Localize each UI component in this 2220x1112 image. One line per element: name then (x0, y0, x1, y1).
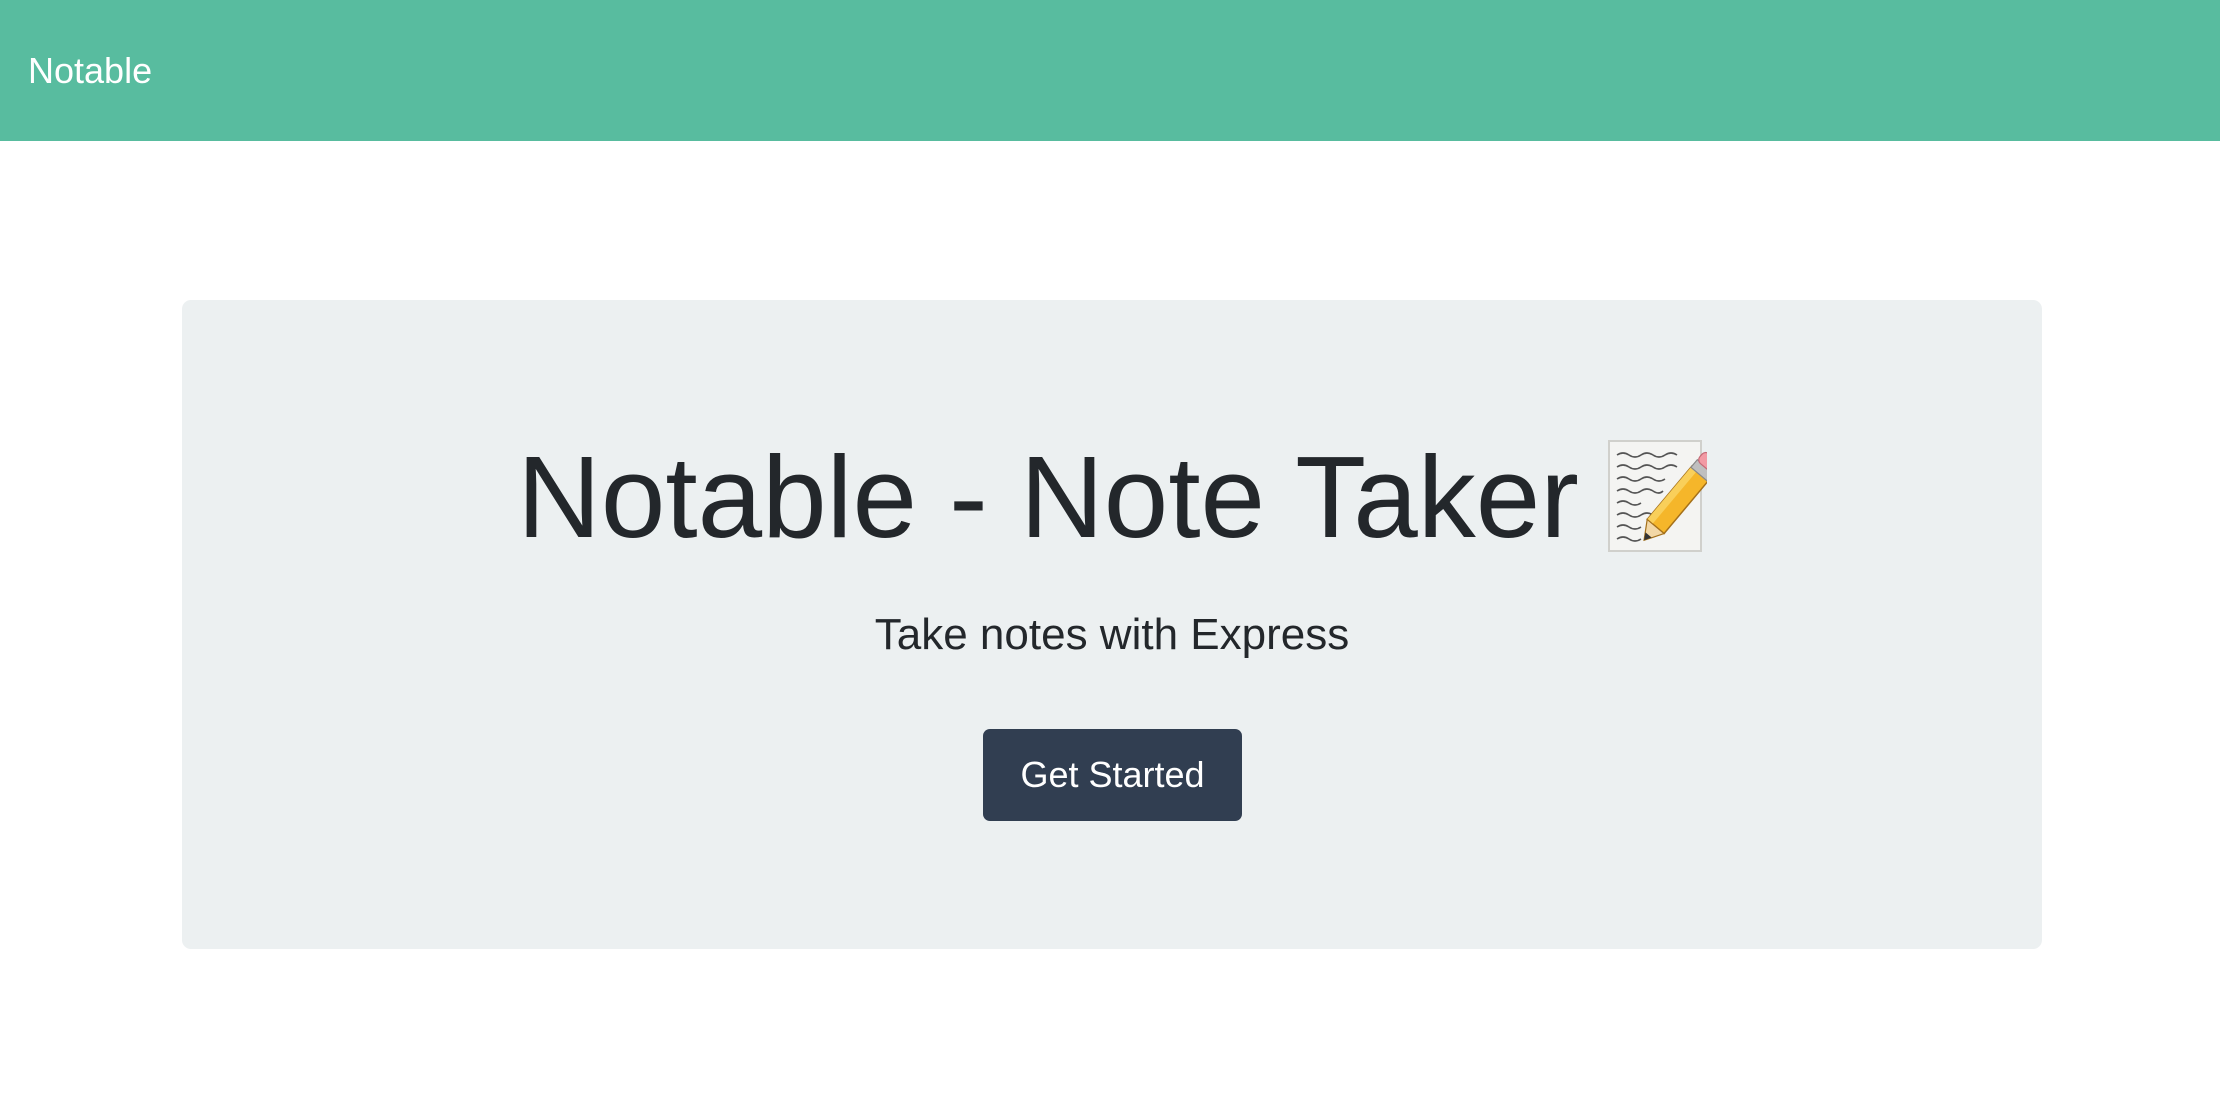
navbar: Notable (0, 0, 2220, 141)
get-started-button[interactable]: Get Started (983, 729, 1242, 821)
hero-title-row: Notable - Note Taker (182, 431, 2042, 563)
hero-panel: Notable - Note Taker Take notes with Exp… (182, 300, 2042, 949)
hero-subtitle: Take notes with Express (874, 610, 1350, 659)
memo-icon (1607, 439, 1707, 555)
page-title: Notable - Note Taker (517, 432, 1579, 562)
navbar-brand[interactable]: Notable (28, 0, 152, 141)
